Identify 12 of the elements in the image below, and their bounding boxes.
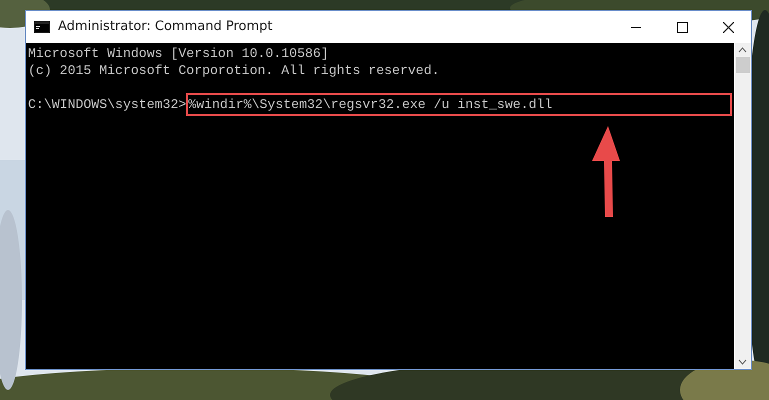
command-prompt: C:\WINDOWS\system32> (28, 96, 186, 114)
command-text: %windir%\System32\regsvr32.exe /u inst_swe.dll (188, 97, 552, 112)
scrollbar[interactable] (734, 43, 751, 369)
close-icon (722, 22, 734, 32)
scroll-down-icon (738, 359, 747, 365)
scroll-up-icon (738, 47, 747, 53)
scroll-thumb[interactable] (736, 57, 750, 73)
console-output-line: Microsoft Windows [Version 10.0.10586] (28, 46, 329, 61)
console-icon (34, 21, 50, 33)
console-output-line: (c) 2015 Microsoft Corporotion. All rights reserved. (28, 63, 440, 78)
maximize-icon (676, 22, 688, 32)
window-title: Administrator: Command Prompt (58, 18, 274, 36)
